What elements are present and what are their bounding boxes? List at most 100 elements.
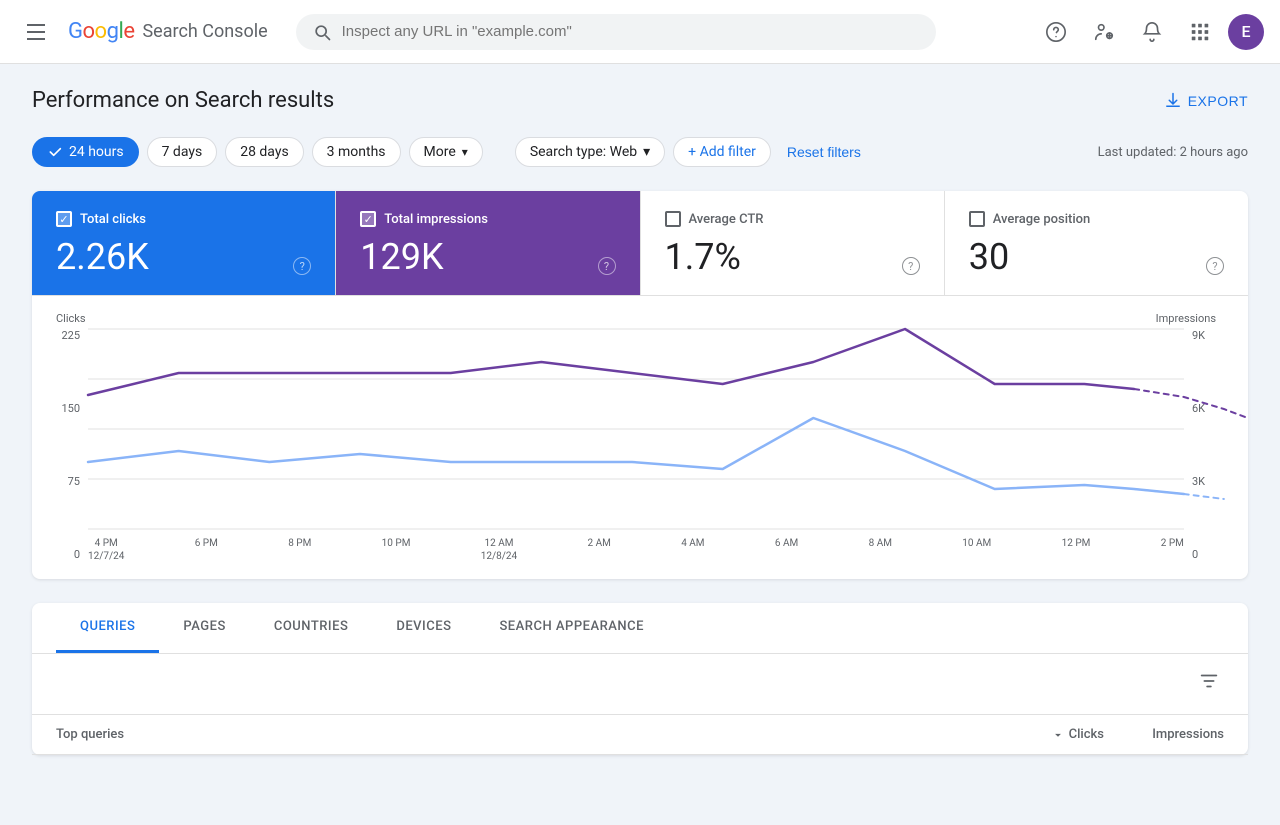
metric-avg-position[interactable]: Average position 30 ? <box>945 191 1248 295</box>
metric-clicks-checkbox[interactable] <box>56 211 72 227</box>
admin-button[interactable] <box>1084 12 1124 52</box>
metric-ctr-label: Average CTR <box>689 212 764 227</box>
metric-clicks-header: Total clicks <box>56 211 311 227</box>
url-inspect-input[interactable] <box>342 23 920 40</box>
chart-with-axes: 225 150 75 0 <box>48 329 1224 563</box>
filter-28days[interactable]: 28 days <box>225 137 303 167</box>
metric-impressions-value: 129K <box>360 239 443 275</box>
x-axis-labels: 4 PM12/7/24 6 PM 8 PM 10 PM 12 AM12/8/24… <box>88 533 1184 563</box>
y-tick-3k: 3K <box>1192 475 1224 488</box>
export-button[interactable]: EXPORT <box>1164 92 1248 110</box>
metric-position-help-icon[interactable]: ? <box>1206 257 1224 275</box>
x-label-6pm: 6 PM <box>195 537 218 563</box>
filter-24hours[interactable]: 24 hours <box>32 137 139 167</box>
x-label-4am: 4 AM <box>681 537 704 563</box>
metric-avg-ctr[interactable]: Average CTR 1.7% ? <box>641 191 945 295</box>
add-filter-label: + Add filter <box>688 144 756 160</box>
x-label-12am: 12 AM12/8/24 <box>481 537 517 563</box>
filter-3months-label: 3 months <box>327 144 386 160</box>
download-icon <box>1164 92 1182 110</box>
tab-queries[interactable]: QUERIES <box>56 603 159 653</box>
logo-link[interactable]: Google Search Console <box>68 19 268 44</box>
metric-ctr-checkbox[interactable] <box>665 211 681 227</box>
search-icon <box>312 22 332 42</box>
filter-28days-label: 28 days <box>240 144 288 160</box>
metric-impressions-checkbox[interactable] <box>360 211 376 227</box>
metric-position-value: 30 <box>969 239 1009 275</box>
last-updated-text: Last updated: 2 hours ago <box>1098 145 1248 160</box>
y-tick-225: 225 <box>48 329 80 342</box>
filter-more-label: More <box>424 144 456 160</box>
sort-down-icon <box>1051 728 1065 742</box>
metric-impressions-value-row: 129K ? <box>360 239 615 275</box>
metric-clicks-help-icon[interactable]: ? <box>293 257 311 275</box>
search-bar <box>296 14 936 50</box>
metric-ctr-value: 1.7% <box>665 239 741 275</box>
metric-position-checkbox[interactable] <box>969 211 985 227</box>
hamburger-button[interactable] <box>16 12 56 52</box>
metric-impressions-help-icon[interactable]: ? <box>598 257 616 275</box>
metric-ctr-header: Average CTR <box>665 211 920 227</box>
metric-impressions-header: Total impressions <box>360 211 615 227</box>
filter-list-icon <box>1198 670 1220 692</box>
metric-impressions-label: Total impressions <box>384 212 488 227</box>
y-axis-left: 225 150 75 0 <box>48 329 88 563</box>
col-header-clicks[interactable]: Clicks <box>984 727 1104 742</box>
col-header-query: Top queries <box>56 727 984 742</box>
header-actions: E <box>1036 12 1264 52</box>
tab-search-appearance[interactable]: SEARCH APPEARANCE <box>475 603 668 653</box>
metric-position-value-row: 30 ? <box>969 239 1224 275</box>
notifications-button[interactable] <box>1132 12 1172 52</box>
y-tick-9k: 9K <box>1192 329 1224 342</box>
search-type-filter[interactable]: Search type: Web ▾ <box>515 137 665 167</box>
page-title-row: Performance on Search results EXPORT <box>32 88 1248 113</box>
menu-icon <box>19 16 53 48</box>
metric-position-header: Average position <box>969 211 1224 227</box>
x-label-6am: 6 AM <box>775 537 798 563</box>
y-axis-right: 9K 6K 3K 0 <box>1184 329 1224 563</box>
tabs-header: QUERIES PAGES COUNTRIES DEVICES SEARCH A… <box>32 603 1248 654</box>
table-filter-button[interactable] <box>1194 666 1224 702</box>
filter-7days[interactable]: 7 days <box>147 137 218 167</box>
reset-filters-button[interactable]: Reset filters <box>779 138 869 166</box>
product-name: Search Console <box>142 21 267 42</box>
search-type-chevron: ▾ <box>643 144 650 160</box>
filter-24hours-label: 24 hours <box>69 144 124 160</box>
filter-3months[interactable]: 3 months <box>312 137 401 167</box>
metric-total-clicks[interactable]: Total clicks 2.26K ? <box>32 191 336 295</box>
admin-icon <box>1093 21 1115 43</box>
avatar[interactable]: E <box>1228 14 1264 50</box>
metric-ctr-help-icon[interactable]: ? <box>902 257 920 275</box>
chevron-down-icon: ▾ <box>462 145 468 159</box>
metric-clicks-value: 2.26K <box>56 239 149 275</box>
header: Google Search Console <box>0 0 1280 64</box>
y-tick-0: 0 <box>48 548 80 561</box>
tab-pages[interactable]: PAGES <box>159 603 249 653</box>
tab-devices[interactable]: DEVICES <box>372 603 475 653</box>
filter-more[interactable]: More ▾ <box>409 137 483 167</box>
x-label-8pm: 8 PM <box>288 537 311 563</box>
page-title: Performance on Search results <box>32 88 334 113</box>
add-filter-button[interactable]: + Add filter <box>673 137 771 167</box>
x-label-2pm: 2 PM <box>1161 537 1184 563</box>
metric-total-impressions[interactable]: Total impressions 129K ? <box>336 191 640 295</box>
chart-y-label-right: Impressions <box>1156 312 1216 325</box>
google-logo: Google <box>68 19 134 44</box>
help-icon <box>1045 21 1067 43</box>
filter-7days-label: 7 days <box>162 144 203 160</box>
metric-position-label: Average position <box>993 212 1091 227</box>
help-button[interactable] <box>1036 12 1076 52</box>
apps-button[interactable] <box>1180 12 1220 52</box>
tab-countries[interactable]: COUNTRIES <box>250 603 373 653</box>
y-tick-150: 150 <box>48 402 80 415</box>
y-tick-0-right: 0 <box>1192 548 1224 561</box>
metric-clicks-value-row: 2.26K ? <box>56 239 311 275</box>
x-label-10am: 10 AM <box>962 537 991 563</box>
tabs-section: QUERIES PAGES COUNTRIES DEVICES SEARCH A… <box>32 603 1248 755</box>
metrics-cards: Total clicks 2.26K ? Total impressions 1… <box>32 191 1248 296</box>
chart-area: Clicks Impressions 225 150 75 0 <box>32 296 1248 579</box>
page-content: Performance on Search results EXPORT 24 … <box>0 64 1280 779</box>
x-label-10pm: 10 PM <box>382 537 411 563</box>
x-label-2am: 2 AM <box>587 537 610 563</box>
reset-filters-label: Reset filters <box>787 144 861 160</box>
